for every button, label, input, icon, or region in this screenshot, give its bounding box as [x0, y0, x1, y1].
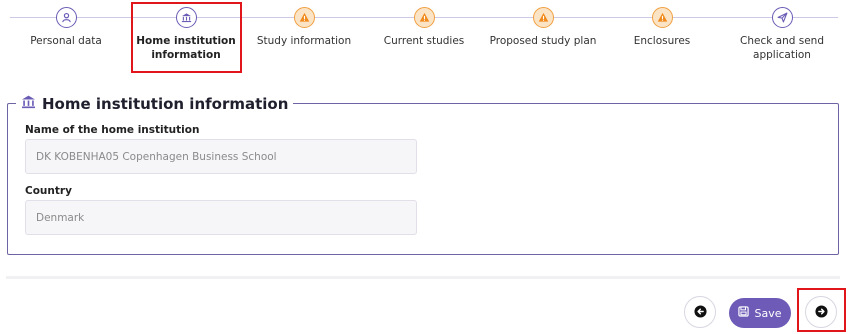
- warning-icon: [532, 7, 554, 28]
- back-button[interactable]: [684, 296, 716, 328]
- step-enclosures[interactable]: Enclosures: [597, 7, 727, 48]
- step-label: Personal data: [30, 35, 102, 47]
- step-label: Check and send application: [740, 35, 824, 61]
- next-button-highlight: [797, 288, 846, 332]
- step-study-information[interactable]: Study information: [239, 7, 369, 48]
- institution-name-label: Name of the home institution: [25, 124, 200, 136]
- country-label: Country: [25, 185, 72, 197]
- warning-icon: [413, 7, 435, 28]
- arrow-left-icon: [693, 303, 707, 322]
- step-personal-data[interactable]: Personal data: [1, 7, 131, 48]
- step-label: Study information: [256, 35, 352, 47]
- step-proposed-study-plan[interactable]: Proposed study plan: [478, 7, 608, 48]
- step-current-studies[interactable]: Current studies: [359, 7, 489, 48]
- home-institution-panel: Home institution information Name of the…: [7, 94, 839, 255]
- country-field[interactable]: Denmark: [25, 200, 417, 235]
- warning-icon: [651, 7, 673, 28]
- save-button[interactable]: Save: [729, 298, 791, 328]
- warning-icon: [293, 7, 315, 28]
- current-step-highlight: [131, 2, 242, 73]
- step-label: Proposed study plan: [489, 35, 597, 47]
- floppy-disk-icon: [738, 306, 750, 320]
- step-label: Current studies: [383, 35, 465, 47]
- progress-stepper: Personal data Home institution informati…: [0, 0, 848, 76]
- panel-legend: Home institution information: [16, 94, 294, 113]
- institution-icon: [21, 94, 36, 113]
- step-label: Enclosures: [633, 35, 691, 47]
- send-icon: [771, 7, 793, 28]
- institution-name-field[interactable]: DK KOBENHA05 Copenhagen Business School: [25, 139, 417, 174]
- panel-title: Home institution information: [42, 94, 289, 113]
- save-label: Save: [754, 306, 782, 320]
- person-icon: [55, 7, 77, 28]
- section-divider: [6, 276, 840, 279]
- step-check-and-send[interactable]: Check and send application: [727, 7, 837, 62]
